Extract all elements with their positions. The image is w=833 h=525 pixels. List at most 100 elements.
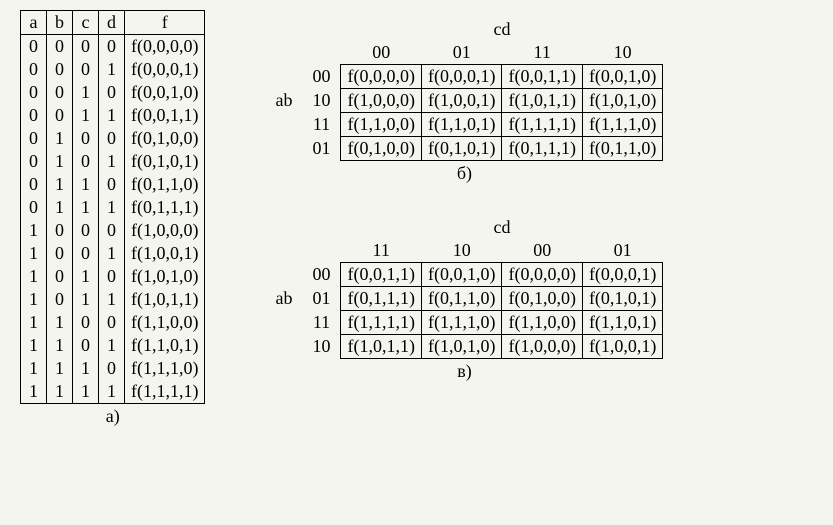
- kmap-cell: f(1,0,0,1): [421, 89, 501, 113]
- truth-table-cell: 1: [21, 242, 47, 265]
- kmap-cell: f(1,0,0,0): [341, 89, 421, 113]
- truth-table-cell: 1: [73, 81, 99, 104]
- kmap-col-header: 01: [582, 239, 662, 263]
- truth-table-cell: 1: [21, 334, 47, 357]
- truth-table-cell: 0: [73, 150, 99, 173]
- truth-table-cell: 1: [99, 196, 125, 219]
- truth-table-fcell: f(0,0,1,0): [125, 81, 205, 104]
- truth-table-cell: 0: [47, 288, 73, 311]
- kmap-cell: f(0,1,1,1): [341, 287, 421, 311]
- kmap-cell: f(0,1,1,0): [421, 287, 501, 311]
- truth-table-fcell: f(1,0,1,1): [125, 288, 205, 311]
- kmap-col-header: 11: [502, 41, 582, 65]
- truth-table-cell: 1: [99, 288, 125, 311]
- kmap-cell: f(0,1,1,1): [502, 137, 582, 161]
- kmap-v-block: cd1110000100f(0,0,1,1)f(0,0,1,0)f(0,0,0,…: [265, 216, 663, 382]
- truth-table-cell: 1: [47, 173, 73, 196]
- truth-table-cell: 0: [47, 265, 73, 288]
- kmap-ab-label: ab: [265, 89, 302, 113]
- kmap-row-header: 01: [302, 287, 341, 311]
- truth-table-cell: 1: [21, 265, 47, 288]
- truth-table-fcell: f(0,1,0,0): [125, 127, 205, 150]
- truth-table-cell: 0: [73, 242, 99, 265]
- truth-table-fcell: f(0,1,1,0): [125, 173, 205, 196]
- kmap-cd-label: cd: [341, 216, 663, 239]
- truth-table-cell: 1: [99, 334, 125, 357]
- kmap-row-header: 11: [302, 311, 341, 335]
- truth-table-fcell: f(1,0,0,1): [125, 242, 205, 265]
- truth-table-cell: 1: [21, 357, 47, 380]
- truth-table-cell: 0: [47, 104, 73, 127]
- kmap-row-header: 00: [302, 65, 341, 89]
- kmap-row-header: 11: [302, 113, 341, 137]
- truth-table-cell: 0: [47, 242, 73, 265]
- truth-table-cell: 1: [47, 380, 73, 404]
- kmap-col-header: 11: [341, 239, 421, 263]
- truth-table-cell: 1: [99, 242, 125, 265]
- kmap-col-header: 10: [582, 41, 662, 65]
- truth-table-cell: 1: [47, 311, 73, 334]
- truth-table-cell: 0: [99, 81, 125, 104]
- kmap-cell: f(1,0,1,1): [502, 89, 582, 113]
- truth-table-fcell: f(1,0,0,0): [125, 219, 205, 242]
- kmap-cell: f(0,1,0,0): [502, 287, 582, 311]
- truth-table-fcell: f(0,1,1,1): [125, 196, 205, 219]
- truth-table-cell: 0: [73, 35, 99, 59]
- truth-table-cell: 0: [73, 334, 99, 357]
- truth-table-cell: 0: [99, 127, 125, 150]
- truth-table-cell: 1: [47, 150, 73, 173]
- kmap-cell: f(0,1,0,0): [341, 137, 421, 161]
- kmap-cell: f(0,0,1,1): [502, 65, 582, 89]
- truth-table-cell: 0: [99, 173, 125, 196]
- truth-table-cell: 0: [21, 127, 47, 150]
- kmap-cell: f(1,0,1,0): [582, 89, 662, 113]
- truth-table-cell: 1: [73, 196, 99, 219]
- truth-table-fcell: f(1,1,1,1): [125, 380, 205, 404]
- truth-table-cell: 1: [73, 357, 99, 380]
- truth-table-cell: 0: [21, 173, 47, 196]
- col-header-d: d: [99, 11, 125, 35]
- kmap-b-block: cd0001111000f(0,0,0,0)f(0,0,0,1)f(0,0,1,…: [265, 18, 663, 184]
- kmap-cell: f(1,0,1,0): [421, 335, 501, 359]
- col-header-c: c: [73, 11, 99, 35]
- kmap-ab-label: ab: [265, 287, 302, 311]
- kmap-cell: f(0,0,1,0): [421, 263, 501, 287]
- truth-table-cell: 0: [21, 150, 47, 173]
- truth-table-cell: 1: [99, 58, 125, 81]
- kmap-v-caption: в): [265, 361, 663, 382]
- truth-table-fcell: f(0,1,0,1): [125, 150, 205, 173]
- kmap-cell: f(0,0,1,1): [341, 263, 421, 287]
- truth-table-cell: 1: [99, 104, 125, 127]
- truth-table-cell: 0: [21, 104, 47, 127]
- truth-table-cell: 1: [99, 380, 125, 404]
- kmap-cell: f(1,1,0,0): [341, 113, 421, 137]
- truth-table-cell: 0: [99, 265, 125, 288]
- truth-table-cell: 0: [99, 311, 125, 334]
- truth-table-cell: 0: [21, 35, 47, 59]
- kmap-cell: f(0,0,0,1): [582, 263, 662, 287]
- kmap-cell: f(0,1,0,1): [421, 137, 501, 161]
- truth-table-cell: 1: [21, 219, 47, 242]
- truth-table-cell: 1: [21, 380, 47, 404]
- kmap-cell: f(1,1,1,1): [502, 113, 582, 137]
- truth-table-caption: а): [20, 404, 205, 427]
- kmap-cell: f(1,0,0,0): [502, 335, 582, 359]
- truth-table-cell: 0: [73, 311, 99, 334]
- truth-table-cell: 1: [47, 127, 73, 150]
- truth-table-cell: 0: [99, 35, 125, 59]
- truth-table-cell: 1: [73, 380, 99, 404]
- col-header-f: f: [125, 11, 205, 35]
- kmap-col-header: 00: [502, 239, 582, 263]
- truth-table-cell: 1: [21, 288, 47, 311]
- kmap-row-header: 10: [302, 89, 341, 113]
- truth-table-cell: 1: [47, 196, 73, 219]
- col-header-b: b: [47, 11, 73, 35]
- kmap-cell: f(1,1,0,0): [502, 311, 582, 335]
- kmap-cell: f(1,0,0,1): [582, 335, 662, 359]
- kmap-cd-label: cd: [341, 18, 663, 41]
- kmap-col-header: 01: [421, 41, 501, 65]
- truth-table-cell: 0: [99, 219, 125, 242]
- truth-table-fcell: f(0,0,0,1): [125, 58, 205, 81]
- truth-table-fcell: f(1,1,1,0): [125, 357, 205, 380]
- truth-table-fcell: f(0,0,1,1): [125, 104, 205, 127]
